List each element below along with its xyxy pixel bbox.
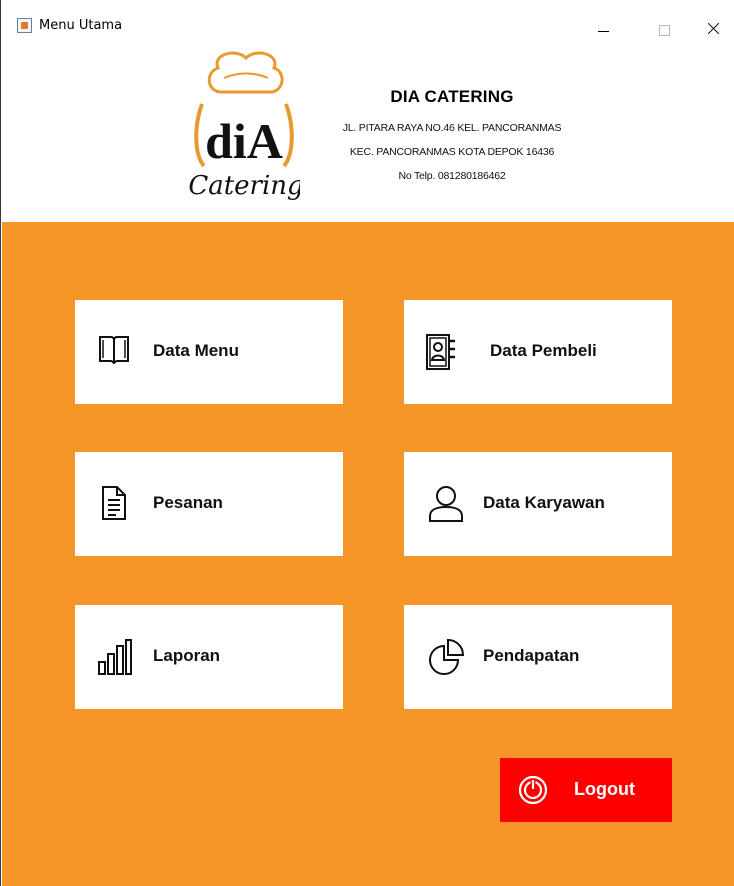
laporan-button[interactable]: Laporan xyxy=(75,605,343,709)
pendapatan-label: Pendapatan xyxy=(483,646,580,665)
company-logo: diA Catering xyxy=(188,51,300,200)
pesanan-button[interactable]: Pesanan xyxy=(75,452,343,556)
data-karyawan-label: Data Karyawan xyxy=(483,493,605,512)
app-window: Menu Utama diA Catering DIA CATERING JL.… xyxy=(0,0,734,886)
minimize-button[interactable] xyxy=(579,12,625,42)
title-bar[interactable]: Menu Utama xyxy=(2,0,734,40)
phone-number: No Telp. 081280186462 xyxy=(398,170,506,182)
data-menu-label: Data Menu xyxy=(153,341,239,360)
window-title: Menu Utama xyxy=(39,18,123,33)
pendapatan-button[interactable]: Pendapatan xyxy=(404,605,672,709)
close-button[interactable] xyxy=(690,12,734,42)
data-karyawan-button[interactable]: Data Karyawan xyxy=(404,452,672,556)
user-icon xyxy=(429,486,463,522)
logo-text: diA xyxy=(205,113,283,169)
address-book-icon xyxy=(426,334,455,370)
menu-panel: Data Menu Data Pembeli Pesanan Data Kary… xyxy=(2,222,734,886)
header: diA Catering DIA CATERING JL. PITARA RAY… xyxy=(2,40,734,222)
logout-label: Logout xyxy=(574,779,635,799)
java-app-icon xyxy=(17,18,32,33)
pie-chart-icon xyxy=(429,638,465,675)
data-pembeli-label: Data Pembeli xyxy=(490,341,597,360)
address-line-2: KEC. PANCORANMAS KOTA DEPOK 16436 xyxy=(349,146,555,158)
maximize-button[interactable] xyxy=(639,12,685,42)
power-icon xyxy=(518,775,548,805)
data-pembeli-button[interactable]: Data Pembeli xyxy=(404,300,672,404)
pesanan-label: Pesanan xyxy=(153,493,223,512)
document-icon xyxy=(102,486,126,520)
company-name: DIA CATERING xyxy=(390,87,514,106)
logout-button[interactable]: Logout xyxy=(500,758,672,822)
laporan-label: Laporan xyxy=(153,646,221,665)
data-menu-button[interactable]: Data Menu xyxy=(75,300,343,404)
bar-chart-icon xyxy=(98,639,132,675)
logo-script: Catering xyxy=(188,171,300,200)
book-icon xyxy=(99,336,129,365)
address-line-1: JL. PITARA RAYA NO.46 KEL. PANCORANMAS xyxy=(342,122,562,134)
